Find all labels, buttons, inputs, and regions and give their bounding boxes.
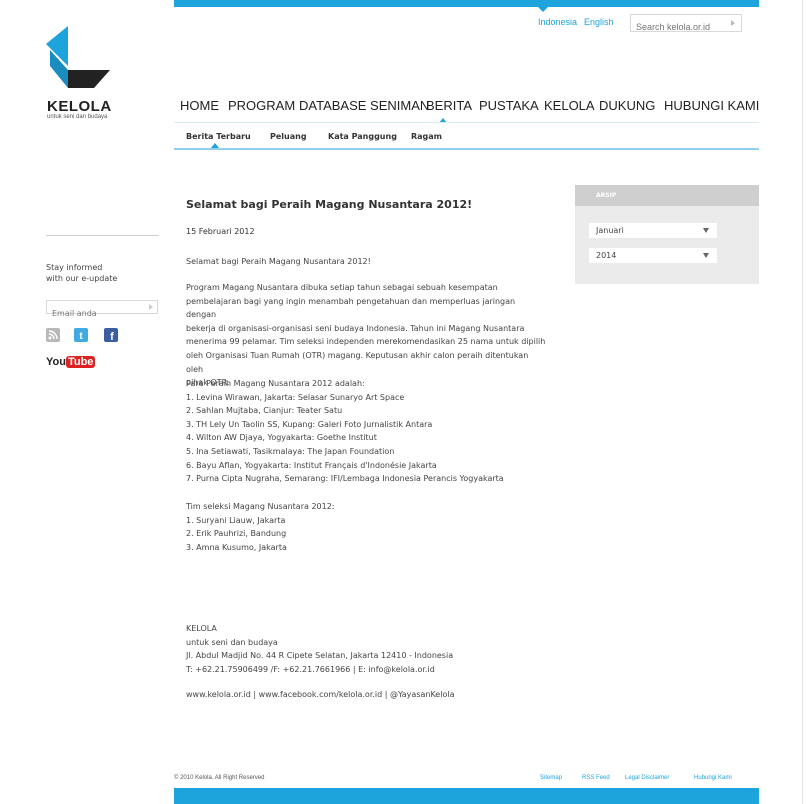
sidebar-divider xyxy=(46,235,159,236)
contact-block: KELOLA untuk seni dan budaya Jl. Abdul M… xyxy=(186,622,453,676)
nav-program[interactable]: PROGRAM xyxy=(228,98,295,113)
lang-indonesia-link[interactable]: Indonesia xyxy=(538,17,577,27)
rss-icon[interactable] xyxy=(46,328,60,342)
year-select[interactable]: 2014 xyxy=(589,248,717,263)
subnav-divider xyxy=(174,148,759,150)
team-heading: Tim seleksi Magang Nusantara 2012: xyxy=(186,502,335,511)
article-lead: Selamat bagi Peraih Magang Nusantara 201… xyxy=(186,257,371,266)
nav-hubungi-kami[interactable]: HUBUNGI KAMI xyxy=(664,98,759,113)
lang-english-link[interactable]: English xyxy=(584,17,614,27)
contact-line: T: +62.21.75906499 /F: +62.21.7661966 | … xyxy=(186,664,435,674)
list-item: 3. TH Lely Un Taolin SS, Kupang: Galeri … xyxy=(186,419,433,429)
nav-database-seniman[interactable]: DATABASE SENIMAN xyxy=(299,98,429,113)
twitter-icon[interactable]: t xyxy=(74,328,88,342)
nav-divider xyxy=(174,122,759,123)
month-select[interactable]: Januari xyxy=(589,223,717,238)
search-submit-icon[interactable] xyxy=(731,20,735,26)
footer-contact-link[interactable]: Hubungi Kami xyxy=(694,775,732,781)
article-date: 15 Februari 2012 xyxy=(186,227,255,236)
nav-dukung[interactable]: DUKUNG xyxy=(599,98,655,113)
youtube-you: You xyxy=(46,356,66,368)
youtube-tube: Tube xyxy=(65,356,96,368)
stay-informed-text: Stay informed with our e-update xyxy=(46,262,166,284)
list-item: 4. Wilton AW Djaya, Yogyakarta: Goethe I… xyxy=(186,433,377,443)
month-value: Januari xyxy=(596,226,624,235)
footer-rss-link[interactable]: RSS Feed xyxy=(582,775,610,781)
search-input[interactable] xyxy=(631,19,721,35)
footer-legal-link[interactable]: Legal Disclaimer xyxy=(625,775,669,781)
page-edge-divider xyxy=(802,0,803,804)
nav-kelola[interactable]: KELOLA xyxy=(544,98,595,113)
team-list: Tim seleksi Magang Nusantara 2012: 1. Su… xyxy=(186,500,335,554)
list-item: 6. Bayu Aflan, Yogyakarta: Institut Fran… xyxy=(186,460,437,470)
kelola-logo[interactable] xyxy=(46,26,112,92)
email-subscribe-box[interactable] xyxy=(46,300,158,320)
archive-heading: ARSIP xyxy=(575,185,759,206)
archive-panel: ARSIP Januari 2014 xyxy=(575,185,759,284)
subnav-peluang[interactable]: Peluang xyxy=(270,132,307,141)
contact-line: Jl. Abdul Madjid No. 44 R Cipete Selatan… xyxy=(186,651,454,661)
top-accent-bar xyxy=(174,0,759,7)
winners-heading: Para Peraih Magang Nusantara 2012 adalah… xyxy=(186,379,365,388)
email-submit-icon[interactable] xyxy=(149,304,153,310)
body-line: Program Magang Nusantara dibuka setiap t… xyxy=(186,283,498,292)
list-item: 7. Purna Cipta Nugraha, Semarang: IFI/Le… xyxy=(186,474,504,484)
body-line: pembelajaran bagi yang ingin menambah pe… xyxy=(186,296,516,320)
list-item: 2. Erik Pauhrizi, Bandung xyxy=(186,529,287,539)
contact-line: untuk seni dan budaya xyxy=(186,637,278,647)
footer-sitemap-link[interactable]: Sitemap xyxy=(540,775,562,781)
brand-tagline: untuk seni dan budaya xyxy=(47,114,108,120)
body-line: bekerja di organisasi-organisasi seni bu… xyxy=(186,323,525,333)
list-item: 1. Levina Wirawan, Jakarta: Selasar Suna… xyxy=(186,392,405,402)
article-title: Selamat bagi Peraih Magang Nusantara 201… xyxy=(186,198,473,211)
subnav-ragam[interactable]: Ragam xyxy=(411,132,442,141)
year-value: 2014 xyxy=(596,251,617,260)
search-box[interactable] xyxy=(630,14,742,35)
nav-berita[interactable]: BERITA xyxy=(426,98,472,113)
subnav-berita-terbaru[interactable]: Berita Terbaru xyxy=(186,132,251,141)
stay-line-2: with our e-update xyxy=(46,274,118,283)
list-item: 5. Ina Setiawati, Tasikmalaya: The Japan… xyxy=(186,446,395,456)
bottom-accent-bar xyxy=(174,788,759,804)
language-pointer xyxy=(538,7,548,12)
stay-line-1: Stay informed xyxy=(46,263,103,272)
body-line: oleh Organisasi Tuan Rumah (OTR) magang.… xyxy=(186,350,529,374)
chevron-down-icon xyxy=(703,253,709,258)
nav-pustaka[interactable]: PUSTAKA xyxy=(479,98,539,113)
copyright: © 2010 Kelola. All Right Reserved xyxy=(174,775,265,781)
list-item: 1. Suryani Liauw, Jakarta xyxy=(186,515,286,525)
chevron-down-icon xyxy=(703,228,709,233)
contact-line: KELOLA xyxy=(186,624,217,633)
youtube-icon[interactable]: You Tube xyxy=(46,356,96,370)
email-field[interactable] xyxy=(47,307,142,320)
logo-mark-icon xyxy=(46,26,110,88)
winners-list: Para Peraih Magang Nusantara 2012 adalah… xyxy=(186,377,504,486)
nav-home[interactable]: HOME xyxy=(180,98,219,113)
list-item: 2. Sahlan Mujtaba, Cianjur: Teater Satu xyxy=(186,406,343,416)
subnav-kata-panggung[interactable]: Kata Panggung xyxy=(328,132,397,141)
article-body: Program Magang Nusantara dibuka setiap t… xyxy=(186,281,546,390)
facebook-icon[interactable]: f xyxy=(104,328,118,342)
list-item: 3. Amna Kusumo, Jakarta xyxy=(186,542,287,552)
svg-text:f: f xyxy=(110,331,114,342)
brand-name: KELOLA xyxy=(47,98,112,115)
body-line: menerima 99 pelamar. Tim seleksi indepen… xyxy=(186,337,546,347)
web-links[interactable]: www.kelola.or.id | www.facebook.com/kelo… xyxy=(186,690,454,699)
